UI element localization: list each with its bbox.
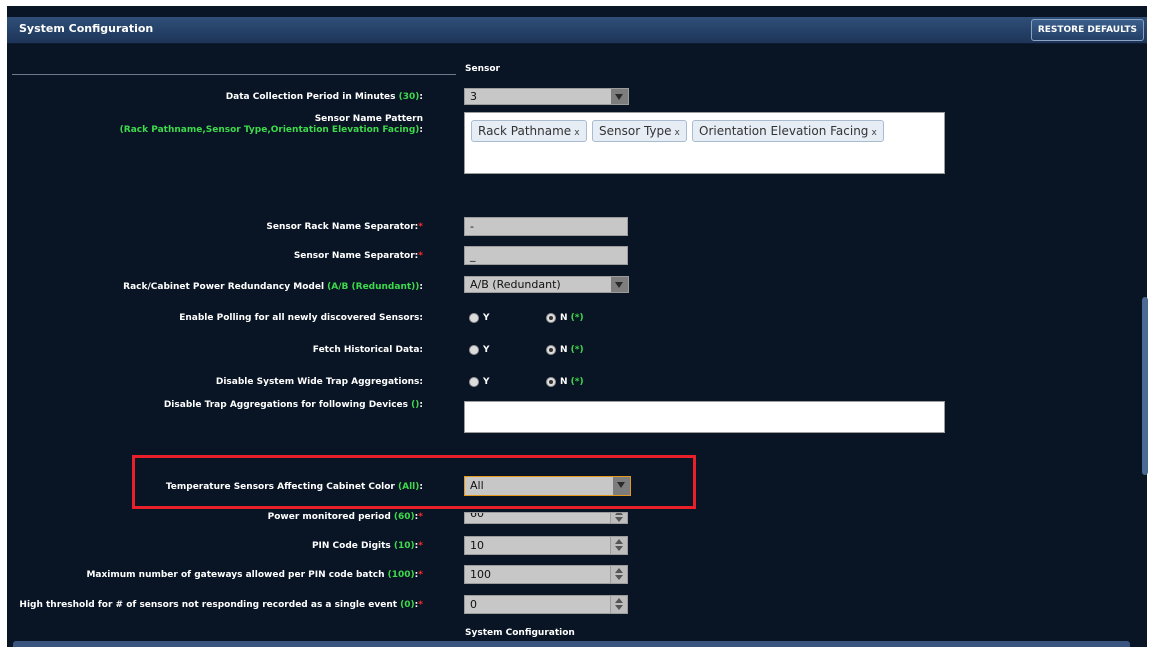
power-monitored-period-label: Power monitored period (60):* [267,512,423,522]
tag-orientation-elevation-facing[interactable]: Orientation Elevation Facing x [692,120,884,142]
rack-name-separator-input[interactable]: - [464,217,628,236]
sensor-name-separator-input[interactable]: _ [464,246,628,265]
disable-trap-label: Disable System Wide Trap Aggregations: [215,377,423,387]
spinner-icon[interactable] [610,566,627,583]
power-monitored-period-input[interactable]: 60 [464,512,628,524]
window: System Configuration RESTORE DEFAULTS Se… [0,0,1150,647]
remove-tag-icon[interactable]: x [574,128,579,138]
spinner-icon[interactable] [610,513,627,523]
remove-tag-icon[interactable]: x [675,128,680,138]
sensor-name-pattern-input[interactable]: Rack Pathname x Sensor Type x Orientation … [464,112,945,174]
spinner-icon[interactable] [610,537,627,554]
enable-polling-label: Enable Polling for all newly discovered … [179,313,423,323]
redundancy-model-label: Rack/Cabinet Power Redundancy Model (A/B… [123,282,423,292]
restore-defaults-button[interactable]: RESTORE DEFAULTS [1030,19,1144,41]
pin-code-digits-label: PIN Code Digits (10):* [311,541,423,551]
sensor-name-separator-label: Sensor Name Separator:* [293,251,423,261]
chevron-down-icon[interactable] [611,277,628,292]
pin-code-digits-input[interactable]: 10 [464,536,628,555]
header-bar: System Configuration RESTORE DEFAULTS [7,17,1147,44]
tag-rack-pathname[interactable]: Rack Pathname x [471,120,587,142]
vertical-scrollbar[interactable] [1142,297,1148,475]
data-collection-label: Data Collection Period in Minutes (30): [225,92,423,102]
highlight-box [132,455,696,509]
trap-devices-label: Disable Trap Aggregations for following … [163,400,423,410]
spinner-icon[interactable] [610,596,627,613]
tag-sensor-type[interactable]: Sensor Type x [592,120,687,142]
section-heading-system-configuration: System Configuration [465,628,575,638]
chevron-down-icon[interactable] [611,89,628,104]
fetch-historical-label: Fetch Historical Data: [312,345,423,355]
high-threshold-input[interactable]: 0 [464,595,628,614]
max-gateways-input[interactable]: 100 [464,565,628,584]
redundancy-model-select[interactable]: A/B (Redundant) [464,276,629,293]
horizontal-scrollbar[interactable] [13,641,1130,647]
sensor-name-pattern-label: Sensor Name Pattern [314,114,423,124]
high-threshold-label: High threshold for # of sensors not resp… [19,600,423,610]
data-collection-select[interactable]: 3 [464,88,629,105]
sensor-name-pattern-default: (Rack Pathname,Sensor Type,Orientation E… [119,125,423,135]
page-title: System Configuration [19,22,154,35]
section-divider [12,74,456,75]
remove-tag-icon[interactable]: x [871,128,876,138]
rack-name-separator-label: Sensor Rack Name Separator:* [266,222,423,232]
max-gateways-label: Maximum number of gateways allowed per P… [86,570,423,580]
section-heading-sensor: Sensor [465,64,500,74]
trap-devices-input[interactable] [464,401,945,433]
